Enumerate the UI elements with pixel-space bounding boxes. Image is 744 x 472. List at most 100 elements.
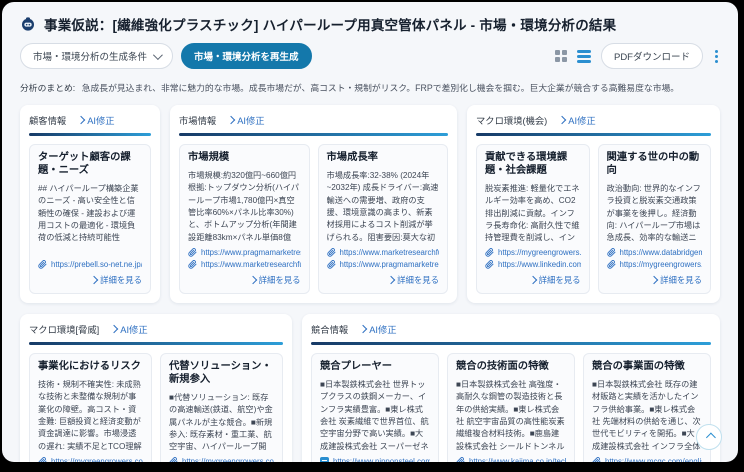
card-title: 事業化におけるリスク	[38, 361, 143, 374]
paperclip-icon	[327, 248, 336, 257]
chevron-right-icon	[650, 276, 658, 284]
card-body: 脱炭素推進: 軽量化でエネルギー効率を高め、CO2排出削減に貢献。インフラ長寿命…	[485, 183, 581, 243]
paperclip-icon	[327, 260, 336, 269]
chevron-right-icon	[90, 276, 98, 284]
source-link[interactable]: https://www.marketresearchfutur…	[327, 248, 440, 257]
card-customer-needs: ターゲット顧客の課題・ニーズ ## ハイパーループ構築企業のニーズ - 高い安全…	[29, 144, 151, 294]
source-link[interactable]: https://www.mcgc.com/english/kaiteki_…	[592, 457, 702, 462]
card-title: 代替ソリューション・新規参入	[169, 361, 274, 387]
paperclip-icon	[485, 260, 494, 269]
chevron-down-icon	[153, 50, 163, 60]
detail-link[interactable]: 詳細を見る	[250, 274, 301, 286]
source-link[interactable]: https://www.linkedin.com/pulse/fi…	[485, 260, 581, 269]
app-logo-robot-icon	[20, 16, 36, 32]
ai-fix-link[interactable]: AI修正	[78, 113, 114, 127]
source-link[interactable]: https://mygreengrowers.com/blog…	[485, 248, 581, 257]
detail-link[interactable]: 詳細を見る	[651, 274, 702, 286]
chevron-right-icon	[248, 276, 256, 284]
section-divider	[29, 342, 283, 345]
page-header: 事業仮説：[繊維強化プラスチック] ハイパーループ用真空管体パネル - 市場・環…	[20, 14, 720, 34]
more-menu-button[interactable]	[713, 48, 720, 65]
detail-link[interactable]: 詳細を見る	[530, 274, 581, 286]
card-body: 政治動向: 世界的なインフラ投資と脱炭素交通政策が事業を後押し。経済動向: ハイ…	[607, 183, 703, 243]
chevron-right-icon	[558, 116, 566, 124]
card-title: 市場成長率	[327, 152, 440, 165]
card-body: ■代替ソリューション: 既存の高速輸送(鉄道、航空)や金属パネルが主な競合。■新…	[169, 392, 274, 452]
chevron-right-icon	[528, 276, 536, 284]
paperclip-icon	[607, 260, 616, 269]
detail-link[interactable]: 詳細を見る	[388, 274, 439, 286]
chevron-right-icon	[227, 116, 235, 124]
source-link[interactable]: https://mygreengrowers.com/blog…	[607, 260, 703, 269]
section-label: 競合情報	[311, 322, 348, 336]
ai-fix-link[interactable]: AI修正	[559, 113, 595, 127]
paperclip-icon	[607, 248, 616, 257]
card-market-size: 市場規模 市場規模:約320億円~660億円 根拠:トップダウン分析(ハイパール…	[179, 144, 310, 294]
ai-fix-link[interactable]: AI修正	[360, 322, 396, 336]
paperclip-icon	[169, 457, 178, 462]
generation-conditions-dropdown[interactable]: 市場・環境分析の生成条件	[20, 43, 173, 69]
toolbar: 市場・環境分析の生成条件 市場・環境分析を再生成 PDFダウンロード	[20, 43, 720, 69]
grid-view-icon	[555, 50, 567, 62]
card-title: ターゲット顧客の課題・ニーズ	[38, 152, 142, 178]
card-title: 関連する世の中の動向	[607, 152, 703, 178]
ai-fix-link[interactable]: AI修正	[111, 322, 147, 336]
paperclip-icon	[485, 248, 494, 257]
section-divider	[179, 133, 448, 136]
scroll-to-top-button[interactable]	[696, 424, 722, 450]
card-body: ■日本製鉄株式会社 既存の建材販路と実績を活かしたインフラ供給事業。■東レ株式会…	[592, 379, 702, 452]
source-link[interactable]: https://www.marketresearchfutur…	[188, 260, 301, 269]
card-body: ■日本製鉄株式会社 高強度・高耐久な鋼管の製造技術と長年の供給実績。■東レ株式会…	[456, 379, 566, 452]
section-label: 顧客情報	[29, 113, 66, 127]
section-divider	[311, 342, 711, 345]
paperclip-icon	[188, 248, 197, 257]
section-label: 市場情報	[179, 113, 216, 127]
detail-link[interactable]: 詳細を見る	[91, 274, 142, 286]
source-link[interactable]: https://mygreengrowers.com…	[169, 457, 274, 462]
card-body: ## ハイパーループ構築企業のニーズ - 高い安全性と信頼性の確保 - 建設およ…	[38, 183, 142, 255]
paperclip-icon	[188, 260, 197, 269]
ai-fix-link[interactable]: AI修正	[228, 113, 264, 127]
paperclip-icon	[592, 457, 601, 462]
card-title: 競合の技術面の特徴	[456, 361, 566, 374]
vertical-dots-icon	[713, 48, 720, 65]
card-competitor-players: 競合プレーヤー ■日本製鉄株式会社 世界トップクラスの鉄鋼メーカー、インフラ実績…	[311, 353, 439, 462]
regenerate-button[interactable]: 市場・環境分析を再生成	[181, 43, 312, 69]
grid-view-button[interactable]	[555, 50, 567, 62]
paperclip-icon	[456, 457, 465, 462]
pdf-download-button[interactable]: PDFダウンロード	[601, 43, 703, 69]
summary-text: 急成長が見込まれ、非常に魅力的な市場。成長市場だが、高コスト・規制がリスク。FR…	[82, 83, 679, 93]
section-label: マクロ環境[脅威]	[29, 322, 99, 336]
toolbar-right: PDFダウンロード	[555, 43, 720, 69]
card-body: ■日本製鉄株式会社 世界トップクラスの鉄鋼メーカー、インフラ実績豊富。■東レ株式…	[320, 379, 430, 452]
card-body: 技術・規制不確実性: 未成熟な技術と未整備な規制が事業化の障壁。高コスト・資金難…	[38, 379, 143, 452]
source-link[interactable]: https://www.databridgemarketres…	[607, 248, 703, 257]
card-business-risks: 事業化におけるリスク 技術・規制不確実性: 未成熟な技術と未整備な規制が事業化の…	[29, 353, 152, 462]
chevron-right-icon	[110, 325, 118, 333]
page-title: 事業仮説：[繊維強化プラスチック] ハイパーループ用真空管体パネル - 市場・環…	[44, 14, 616, 34]
card-env-social-issues: 貢献できる環境課題・社会課題 脱炭素推進: 軽量化でエネルギー効率を高め、CO2…	[476, 144, 590, 294]
chevron-up-icon	[705, 432, 715, 442]
section-label: マクロ環境(機会)	[476, 113, 547, 127]
section-macro-threat: マクロ環境[脅威] AI修正 事業化におけるリスク 技術・規制不確実性: 未成熟…	[20, 314, 292, 462]
summary-label: 分析のまとめ:	[20, 83, 75, 93]
list-view-button[interactable]	[577, 50, 591, 63]
card-title: 貢献できる環境課題・社会課題	[485, 152, 581, 178]
content-row-2: マクロ環境[脅威] AI修正 事業化におけるリスク 技術・規制不確実性: 未成熟…	[20, 314, 720, 462]
source-link[interactable]: https://www.kajima.co.jp/tech/c_shield_…	[456, 457, 566, 462]
source-link[interactable]: https://www.pragmamarketresear…	[188, 248, 301, 257]
source-link[interactable]: https://www.pragmamarketresear…	[327, 260, 440, 269]
section-macro-opportunity: マクロ環境(機会) AI修正 貢献できる環境課題・社会課題 脱炭素推進: 軽量化…	[467, 105, 720, 303]
source-link[interactable]: https://prebell.so-net.ne.jp/new…	[38, 260, 142, 269]
generation-conditions-label: 市場・環境分析の生成条件	[33, 49, 147, 63]
list-view-icon	[577, 50, 591, 63]
chevron-right-icon	[77, 116, 85, 124]
card-competitor-tech: 競合の技術面の特徴 ■日本製鉄株式会社 高強度・高耐久な鋼管の製造技術と長年の供…	[447, 353, 575, 462]
section-market-info: 市場情報 AI修正 市場規模 市場規模:約320億円~660億円 根拠:トップダ…	[170, 105, 457, 303]
card-market-growth: 市場成長率 市場成長率:32-38% (2024年~2032年) 成長ドライバー…	[318, 144, 449, 294]
source-link[interactable]: https://mygreengrowers.com…	[38, 457, 143, 462]
card-alternatives-entrants: 代替ソリューション・新規参入 ■代替ソリューション: 既存の高速輸送(鉄道、航空…	[160, 353, 283, 462]
source-link[interactable]: https://www.nipponsteel.com/en/ir/libra…	[320, 457, 430, 462]
card-title: 市場規模	[188, 152, 301, 165]
card-title: 競合の事業面の特徴	[592, 361, 702, 374]
